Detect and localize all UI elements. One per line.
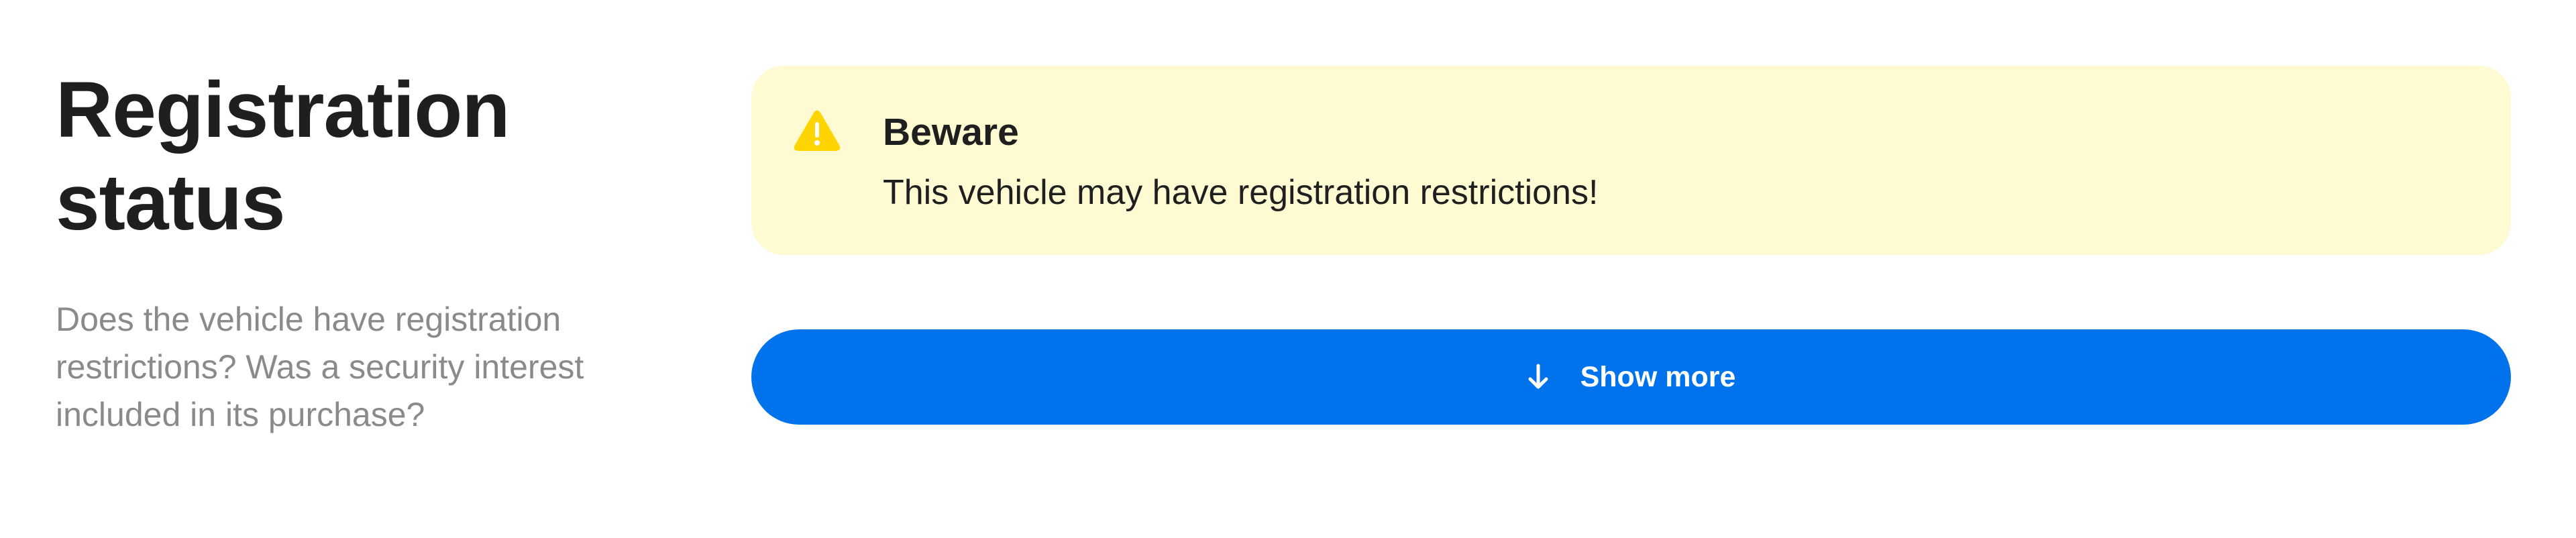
show-more-button[interactable]: Show more — [751, 329, 2511, 425]
warning-alert: Beware This vehicle may have registratio… — [751, 66, 2511, 255]
section-description: Does the vehicle have registration restr… — [56, 301, 584, 433]
section-content: Beware This vehicle may have registratio… — [751, 66, 2511, 425]
section-title: Registration status — [56, 64, 659, 249]
alert-message: This vehicle may have registration restr… — [883, 173, 1599, 212]
alert-title: Beware — [883, 111, 1019, 154]
arrow-down-icon — [1528, 364, 1548, 389]
section-title-line-2: status — [56, 158, 286, 247]
section-title-line-1: Registration — [56, 66, 510, 154]
section-header: Registration status Does the vehicle hav… — [56, 64, 659, 439]
show-more-label: Show more — [1580, 360, 1736, 393]
warning-triangle-icon — [794, 110, 841, 151]
registration-status-section: Registration status Does the vehicle hav… — [0, 0, 2576, 538]
